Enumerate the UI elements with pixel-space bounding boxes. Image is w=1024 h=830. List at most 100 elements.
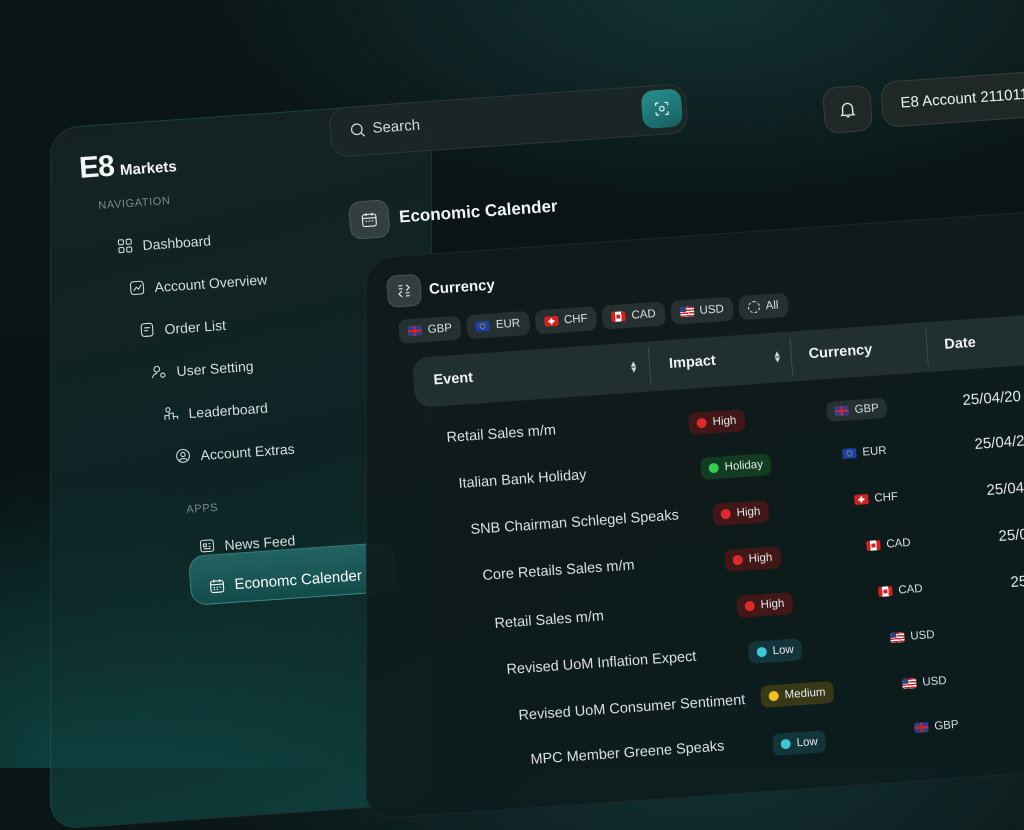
chip-label: CHF xyxy=(563,312,589,327)
usd-flag-icon xyxy=(679,306,694,318)
currency-label: CAD xyxy=(885,536,912,551)
column-header-event[interactable]: Event xyxy=(433,370,474,389)
apps-section-label: APPS xyxy=(186,501,219,516)
date-cell: 25/0 xyxy=(998,525,1024,545)
currency-chip-usd[interactable]: USD xyxy=(669,296,734,325)
currency-chip-all[interactable]: All xyxy=(737,292,789,321)
column-label: Impact xyxy=(668,352,717,373)
user-circle-icon xyxy=(176,448,190,463)
impact-dot-icon xyxy=(780,738,792,750)
column-header-date[interactable]: Date xyxy=(944,335,976,353)
date-cell: 25 xyxy=(1010,572,1024,591)
impact-badge-low: Low xyxy=(748,638,803,664)
currency-cell: GBP xyxy=(826,397,888,422)
impact-dot-icon xyxy=(768,690,780,702)
account-selector[interactable]: E8 Account 2110113 xyxy=(880,67,1024,128)
gbp-flag-icon xyxy=(834,405,849,417)
grid-icon xyxy=(117,238,133,254)
currency-chip-gbp[interactable]: GBP xyxy=(398,315,462,344)
scan-button[interactable] xyxy=(640,88,684,130)
page-title: Economic Calender xyxy=(398,196,559,227)
brand-name: Markets xyxy=(119,158,178,180)
impact-sort-icon[interactable]: ▲ ▼ xyxy=(766,348,782,365)
gbp-flag-icon xyxy=(407,325,423,337)
impact-dot-icon xyxy=(756,646,768,658)
impact-label: High xyxy=(736,505,761,520)
bell-icon xyxy=(840,102,856,118)
impact-badge-high: High xyxy=(688,409,746,435)
impact-dot-icon xyxy=(720,508,732,520)
search-input[interactable]: Search xyxy=(372,117,421,137)
chf-flag-icon xyxy=(543,315,559,327)
impact-label: Medium xyxy=(784,686,826,702)
impact-dot-icon xyxy=(732,554,744,566)
usd-flag-icon xyxy=(902,678,917,689)
account-label: E8 Account 2110113 xyxy=(899,85,1024,112)
app-stage: E8 Markets NAVIGATION Dashboard Account … xyxy=(0,0,1024,830)
notifications-button[interactable] xyxy=(822,84,874,134)
eur-flag-icon xyxy=(842,448,857,459)
impact-badge-high: High xyxy=(736,592,794,618)
currency-chip-eur[interactable]: EUR xyxy=(466,310,530,340)
column-header-impact[interactable]: Impact xyxy=(668,353,716,372)
chart-icon xyxy=(129,280,145,296)
event-sort-icon[interactable]: ▲ ▼ xyxy=(623,358,639,375)
impact-label: Low xyxy=(796,735,819,750)
impact-label: Holiday xyxy=(724,458,764,474)
cad-flag-icon xyxy=(611,311,626,323)
currency-label: USD xyxy=(921,674,948,689)
impact-dot-icon xyxy=(696,417,708,429)
column-divider xyxy=(789,337,794,376)
impact-label: High xyxy=(748,551,773,566)
impact-dot-icon xyxy=(708,462,720,474)
column-label: Currency xyxy=(808,341,873,363)
search-icon xyxy=(348,120,367,139)
column-divider xyxy=(925,328,929,367)
leaderboard-icon xyxy=(164,407,179,421)
currency-filter-label: Currency xyxy=(428,275,496,298)
currency-label: USD xyxy=(909,628,936,643)
currency-label: CHF xyxy=(873,490,899,505)
cad-flag-icon xyxy=(866,540,881,551)
impact-label: High xyxy=(712,414,737,429)
chip-label: USD xyxy=(699,303,725,317)
brand-mark: E8 xyxy=(78,149,115,185)
currency-label: EUR xyxy=(861,444,888,459)
chip-label: CAD xyxy=(631,308,657,322)
currency-label: CAD xyxy=(897,582,924,597)
cad-flag-icon xyxy=(878,586,893,597)
chip-label: All xyxy=(765,299,779,313)
brand-logo[interactable]: E8 Markets xyxy=(78,145,178,186)
column-label: Event xyxy=(433,369,474,389)
list-icon xyxy=(140,322,154,337)
chip-label: GBP xyxy=(427,322,453,336)
impact-dot-icon xyxy=(744,600,756,612)
impact-badge-low: Low xyxy=(772,730,827,756)
chip-label: EUR xyxy=(495,317,521,332)
usd-flag-icon xyxy=(890,632,905,643)
chf-flag-icon xyxy=(854,494,869,505)
all-icon xyxy=(747,300,761,314)
impact-badge-high: High xyxy=(724,546,782,572)
column-divider xyxy=(647,347,652,386)
newspaper-icon xyxy=(199,539,215,553)
calendar-icon xyxy=(209,579,225,594)
column-header-currency[interactable]: Currency xyxy=(808,342,873,362)
eur-flag-icon xyxy=(475,320,491,332)
impact-label: High xyxy=(760,597,785,612)
currency-chip-cad[interactable]: CAD xyxy=(601,301,666,330)
user-gear-icon xyxy=(151,365,166,379)
calendar-icon xyxy=(348,199,391,240)
currency-exchange-icon xyxy=(386,273,423,308)
scan-icon xyxy=(654,101,669,116)
column-label: Date xyxy=(943,334,977,353)
impact-badge-high: High xyxy=(712,500,770,526)
currency-label: GBP xyxy=(933,718,960,733)
date-cell: 25/04 xyxy=(986,479,1024,499)
impact-label: Low xyxy=(772,643,795,658)
currency-chip-chf[interactable]: CHF xyxy=(534,306,598,335)
currency-label: GBP xyxy=(854,402,880,417)
search-bar[interactable]: Search xyxy=(328,83,689,158)
date-cell: 25/04/2 xyxy=(974,432,1024,453)
gbp-flag-icon xyxy=(914,722,929,733)
